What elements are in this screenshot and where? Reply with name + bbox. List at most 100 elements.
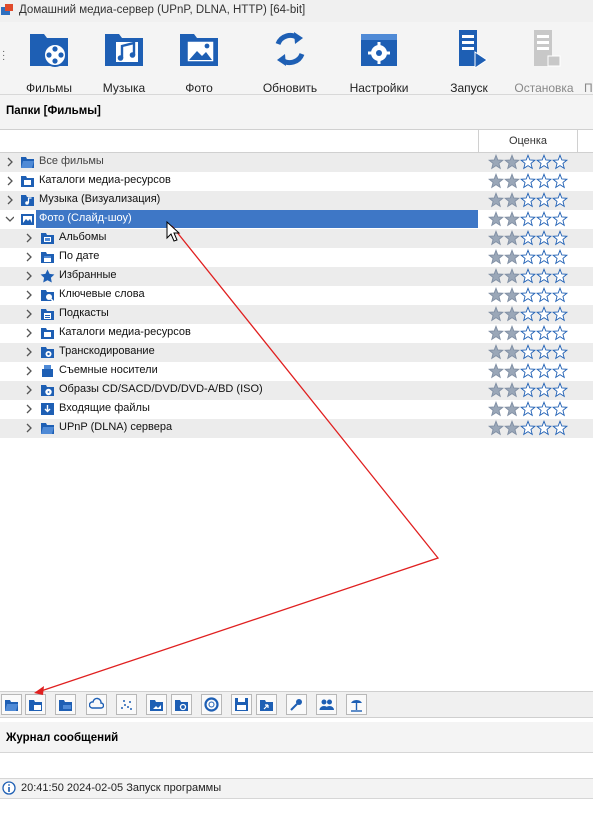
folder-copy-button[interactable] — [55, 694, 76, 715]
star-empty-icon[interactable] — [551, 363, 569, 379]
star-filled-icon[interactable] — [503, 192, 521, 208]
star-empty-icon[interactable] — [519, 401, 537, 417]
movies-button[interactable]: Фильмы — [16, 28, 82, 95]
star-empty-icon[interactable] — [519, 154, 537, 170]
star-filled-icon[interactable] — [503, 173, 521, 189]
more-button[interactable]: П — [584, 28, 593, 95]
star-empty-icon[interactable] — [519, 344, 537, 360]
star-filled-icon[interactable] — [503, 154, 521, 170]
expand-chevron-icon[interactable] — [5, 156, 15, 168]
star-empty-icon[interactable] — [519, 325, 537, 341]
star-empty-icon[interactable] — [551, 306, 569, 322]
star-empty-icon[interactable] — [535, 420, 553, 436]
add-folder-button[interactable] — [25, 694, 46, 715]
settings-button[interactable]: Настройки — [344, 28, 414, 95]
expand-chevron-icon[interactable] — [24, 384, 34, 396]
tree-row-media-catalogs-photo[interactable]: Каталоги медиа-ресурсов — [0, 324, 593, 343]
star-empty-icon[interactable] — [535, 249, 553, 265]
expand-chevron-icon[interactable] — [24, 422, 34, 434]
star-filled-icon[interactable] — [503, 230, 521, 246]
refresh-button[interactable]: Обновить — [256, 28, 324, 95]
star-empty-icon[interactable] — [535, 192, 553, 208]
tree-row-photo-slideshow[interactable]: Фото (Слайд-шоу) — [0, 210, 593, 229]
star-empty-icon[interactable] — [519, 249, 537, 265]
star-filled-icon[interactable] — [488, 325, 505, 341]
star-filled-icon[interactable] — [488, 173, 505, 189]
star-filled-icon[interactable] — [488, 401, 505, 417]
star-filled-icon[interactable] — [503, 401, 521, 417]
star-empty-icon[interactable] — [551, 268, 569, 284]
star-empty-icon[interactable] — [551, 420, 569, 436]
tree-row-media-catalogs[interactable]: Каталоги медиа-ресурсов — [0, 172, 593, 191]
start-button[interactable]: Запуск — [440, 28, 498, 95]
star-filled-icon[interactable] — [488, 287, 505, 303]
star-empty-icon[interactable] — [519, 230, 537, 246]
star-filled-icon[interactable] — [503, 249, 521, 265]
star-empty-icon[interactable] — [551, 401, 569, 417]
star-empty-icon[interactable] — [551, 173, 569, 189]
star-empty-icon[interactable] — [551, 230, 569, 246]
tree-row-disc-images[interactable]: Образы CD/SACD/DVD/DVD-A/BD (ISO) — [0, 381, 593, 400]
star-empty-icon[interactable] — [535, 382, 553, 398]
rating-column-header[interactable]: Оценка — [479, 130, 578, 152]
star-empty-icon[interactable] — [519, 382, 537, 398]
star-empty-icon[interactable] — [535, 173, 553, 189]
rating-stars[interactable] — [488, 325, 570, 341]
stop-button[interactable]: Остановка — [510, 28, 578, 95]
star-empty-icon[interactable] — [535, 230, 553, 246]
star-empty-icon[interactable] — [551, 287, 569, 303]
tree-row-removable-media[interactable]: Съемные носители — [0, 362, 593, 381]
tree-row-favorites[interactable]: Избранные — [0, 267, 593, 286]
star-empty-icon[interactable] — [551, 344, 569, 360]
expand-chevron-icon[interactable] — [24, 251, 34, 263]
key-button[interactable] — [286, 694, 307, 715]
rating-stars[interactable] — [488, 154, 570, 170]
rating-stars[interactable] — [488, 420, 570, 436]
star-empty-icon[interactable] — [519, 192, 537, 208]
expand-chevron-icon[interactable] — [24, 232, 34, 244]
open-folder-button[interactable] — [1, 694, 22, 715]
star-empty-icon[interactable] — [535, 154, 553, 170]
star-empty-icon[interactable] — [535, 306, 553, 322]
star-filled-icon[interactable] — [488, 154, 505, 170]
scatter-button[interactable] — [116, 694, 137, 715]
expand-chevron-icon[interactable] — [24, 346, 34, 358]
star-filled-icon[interactable] — [488, 363, 505, 379]
star-empty-icon[interactable] — [535, 363, 553, 379]
tree-row-keywords[interactable]: Ключевые слова — [0, 286, 593, 305]
music-button[interactable]: Музыка — [91, 28, 157, 95]
star-empty-icon[interactable] — [535, 268, 553, 284]
expand-chevron-icon[interactable] — [24, 365, 34, 377]
rating-stars[interactable] — [488, 249, 570, 265]
star-filled-icon[interactable] — [488, 306, 505, 322]
star-filled-icon[interactable] — [503, 325, 521, 341]
star-empty-icon[interactable] — [519, 287, 537, 303]
name-column-header[interactable] — [0, 130, 479, 152]
tree-row-transcoding[interactable]: Транскодирование — [0, 343, 593, 362]
star-empty-icon[interactable] — [535, 344, 553, 360]
folder-refresh-button[interactable] — [171, 694, 192, 715]
expand-chevron-icon[interactable] — [24, 289, 34, 301]
rating-stars[interactable] — [488, 306, 570, 322]
rating-stars[interactable] — [488, 363, 570, 379]
star-filled-icon[interactable] — [503, 287, 521, 303]
tree-row-upnp-servers[interactable]: UPnP (DLNA) сервера — [0, 419, 593, 438]
folder-export-button[interactable] — [256, 694, 277, 715]
expand-chevron-icon[interactable] — [24, 403, 34, 415]
star-filled-icon[interactable] — [503, 268, 521, 284]
expand-chevron-icon[interactable] — [24, 327, 34, 339]
weather-button[interactable] — [86, 694, 107, 715]
rating-stars[interactable] — [488, 287, 570, 303]
star-filled-icon[interactable] — [488, 192, 505, 208]
tree-row-incoming-files[interactable]: Входящие файлы — [0, 400, 593, 419]
star-filled-icon[interactable] — [488, 420, 505, 436]
help-button[interactable] — [201, 694, 222, 715]
star-empty-icon[interactable] — [535, 325, 553, 341]
star-empty-icon[interactable] — [535, 401, 553, 417]
tree-row-all-movies[interactable]: Все фильмы — [0, 153, 593, 172]
star-empty-icon[interactable] — [551, 249, 569, 265]
folder-image-button[interactable] — [146, 694, 167, 715]
star-filled-icon[interactable] — [488, 268, 505, 284]
users-button[interactable] — [316, 694, 337, 715]
tree-row-albums[interactable]: Альбомы — [0, 229, 593, 248]
